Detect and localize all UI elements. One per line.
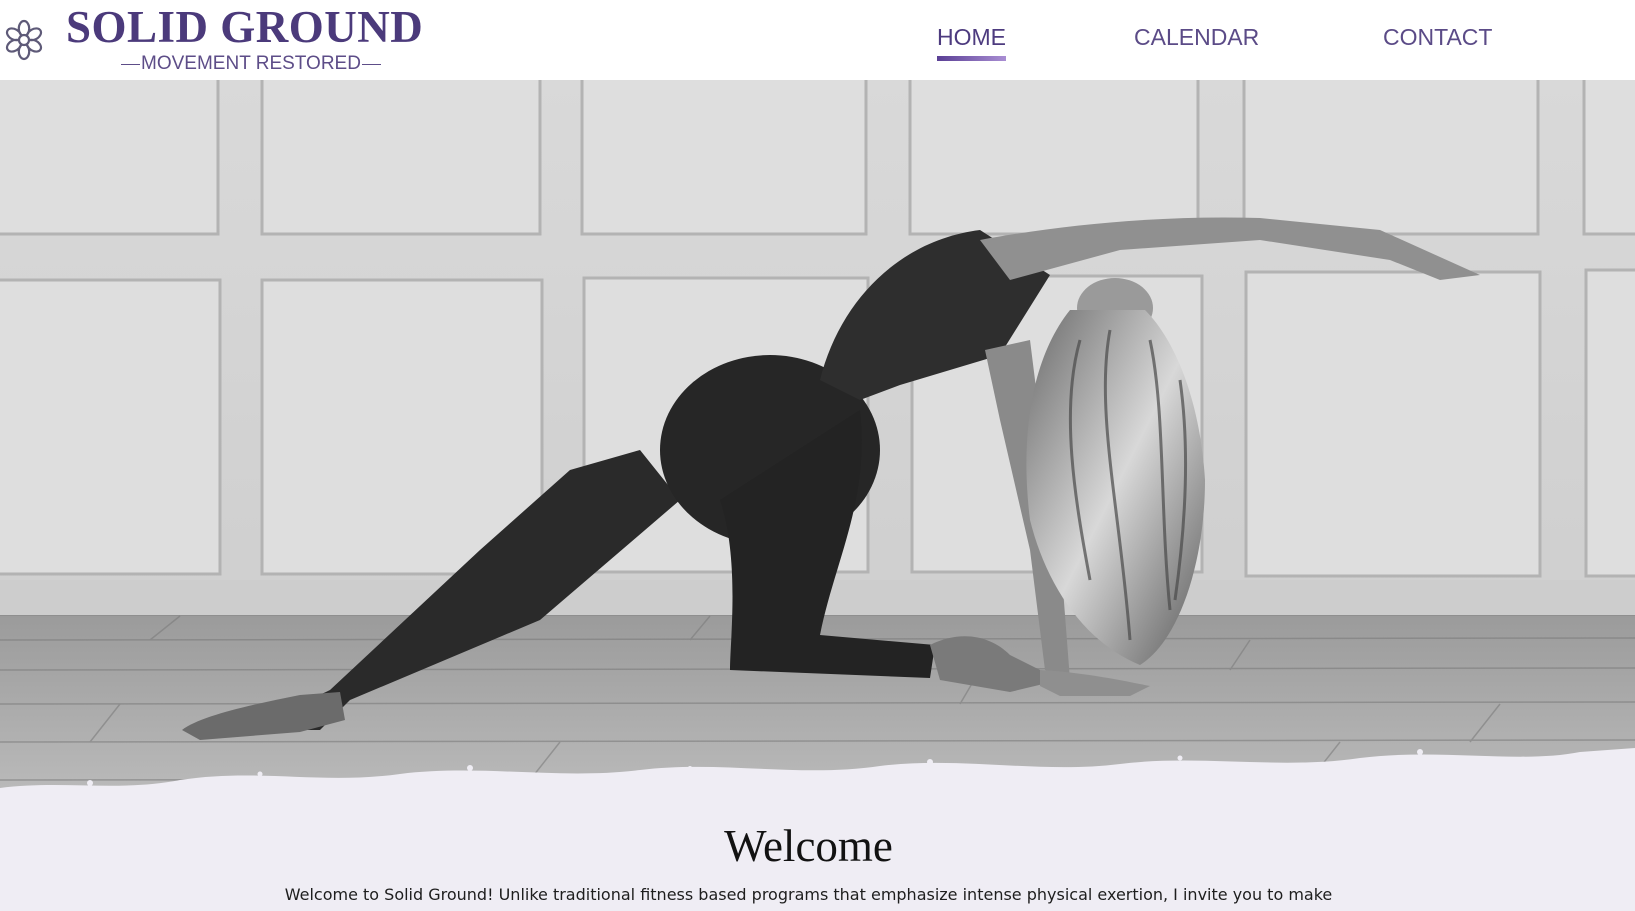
nav-home-link[interactable]: HOME xyxy=(937,20,1006,54)
nav-contact-link[interactable]: CONTACT xyxy=(1383,20,1492,54)
nav-calendar-link[interactable]: CALENDAR xyxy=(1134,20,1259,54)
site-header: SOLID GROUND MOVEMENT RESTORED HOME CALE… xyxy=(0,0,1635,80)
hero-photo-illustration xyxy=(0,80,1635,810)
welcome-heading: Welcome xyxy=(724,821,893,871)
hero-image xyxy=(0,80,1635,810)
main-nav: HOME CALENDAR CONTACT xyxy=(0,20,1635,64)
welcome-paragraph: Welcome to Solid Ground! Unlike traditio… xyxy=(284,885,1333,904)
active-nav-underline xyxy=(937,56,1006,61)
